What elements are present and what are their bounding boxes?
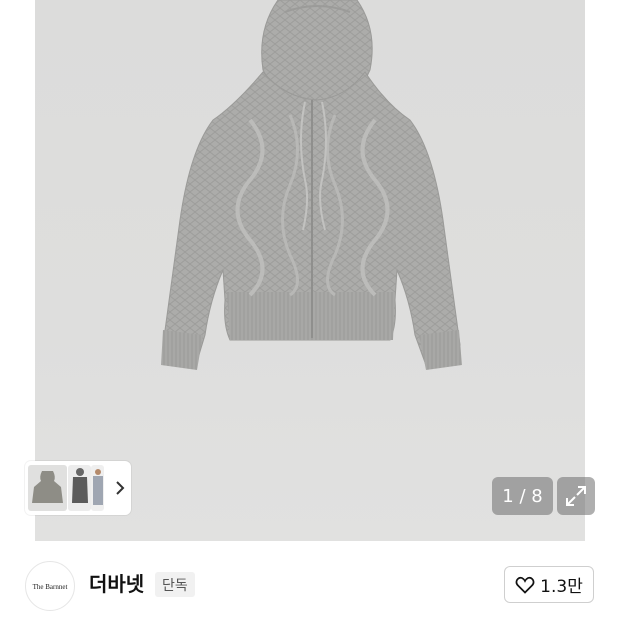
like-count: 1.3만 <box>540 577 583 597</box>
product-image-sweater[interactable] <box>35 0 585 541</box>
thumbnail-1[interactable] <box>28 465 67 511</box>
heart-outline-icon <box>515 576 535 594</box>
thumbnail-strip[interactable] <box>25 461 131 515</box>
brand-name[interactable]: 더바넷 <box>89 570 144 598</box>
brand-logo[interactable]: The Barnnet <box>25 561 75 611</box>
expand-button[interactable] <box>557 477 595 515</box>
image-counter: 1 / 8 <box>492 477 553 515</box>
exclusive-badge: 단독 <box>155 572 195 597</box>
chevron-right-icon[interactable] <box>109 461 131 515</box>
thumbnail-3[interactable] <box>91 465 104 511</box>
product-gallery[interactable]: 1 / 8 <box>0 0 620 541</box>
thumbnail-2[interactable] <box>68 465 91 511</box>
expand-icon <box>566 486 586 506</box>
svg-text:The Barnnet: The Barnnet <box>33 583 68 591</box>
like-button[interactable]: 1.3만 <box>504 566 594 603</box>
